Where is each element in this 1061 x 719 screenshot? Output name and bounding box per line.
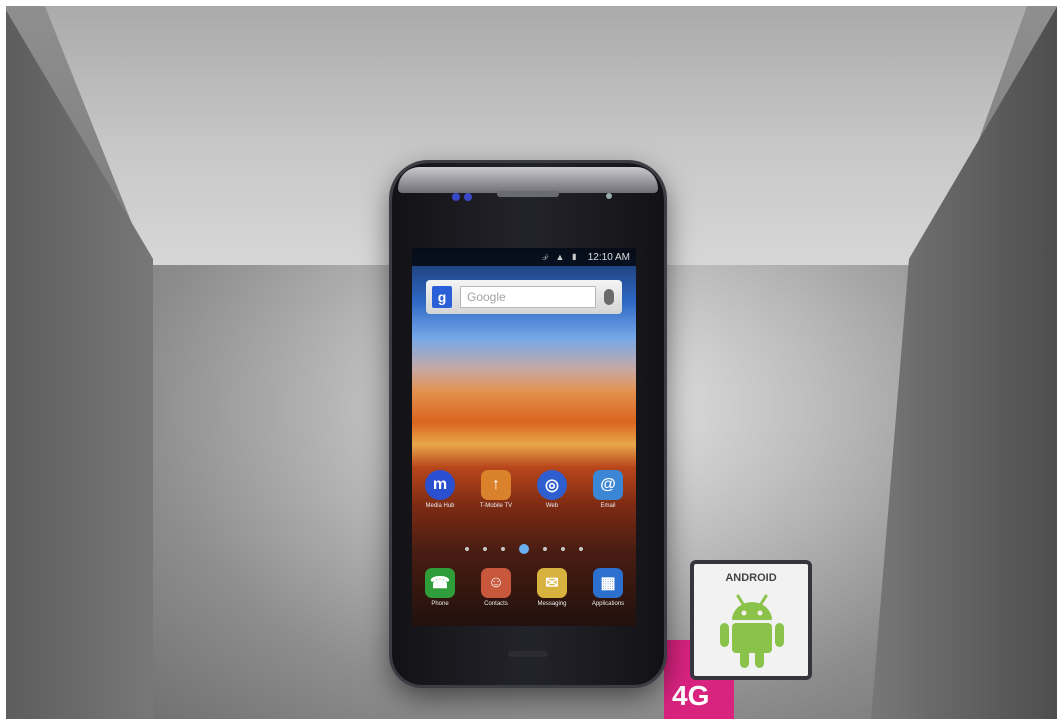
android-badge-label: ANDROID	[725, 572, 777, 584]
status-bar: ⮵ ▲ ▮ 12:10 AM	[412, 248, 636, 266]
android-logo-badge: ANDROID	[690, 560, 812, 680]
app-label: Media Hub	[425, 503, 455, 509]
web-globe-icon: ◎	[537, 470, 567, 500]
app-media-hub[interactable]: m Media Hub	[414, 470, 466, 509]
app-web[interactable]: ◎ Web	[526, 470, 578, 509]
home-key[interactable]	[508, 651, 548, 657]
earpiece-speaker	[497, 191, 559, 197]
google-search-widget[interactable]: g Google	[426, 280, 622, 314]
proximity-sensor	[606, 193, 612, 199]
contacts-icon: ☺	[481, 568, 511, 598]
app-label: Phone	[431, 601, 449, 607]
email-icon: @	[593, 470, 623, 500]
front-sensor-icon	[464, 193, 472, 201]
app-label: Messaging	[537, 601, 567, 607]
app-label: Contacts	[484, 601, 508, 607]
app-messaging[interactable]: ✉ Messaging	[526, 568, 578, 607]
photo-border-right	[1057, 0, 1061, 719]
front-camera-icon	[452, 193, 460, 201]
app-applications[interactable]: ▦ Applications	[582, 568, 634, 607]
app-label: Web	[545, 503, 559, 509]
dock-app-row: ☎ Phone ☺ Contacts ✉ Messaging ▦ Applica…	[412, 568, 636, 607]
microphone-icon[interactable]	[604, 289, 614, 305]
phone-screen: ⮵ ▲ ▮ 12:10 AM g Google m Media Hub ↑ T-…	[412, 248, 636, 626]
app-label: Email	[600, 503, 616, 509]
app-tmobile-tv[interactable]: ↑ T-Mobile TV	[470, 470, 522, 509]
status-time: 12:10 AM	[587, 251, 630, 263]
page-dot[interactable]	[465, 547, 469, 551]
applications-icon: ▦	[593, 568, 623, 598]
page-dot[interactable]	[543, 547, 547, 551]
app-email[interactable]: @ Email	[582, 470, 634, 509]
android-robot-icon	[720, 594, 784, 668]
google-logo-icon: g	[432, 286, 452, 308]
page-dot[interactable]	[579, 547, 583, 551]
messaging-icon: ✉	[537, 568, 567, 598]
photo-border-top	[0, 0, 1061, 6]
network-4g-label: 4G	[672, 680, 710, 711]
app-phone[interactable]: ☎ Phone	[414, 568, 466, 607]
smartphone: ⮵ ▲ ▮ 12:10 AM g Google m Media Hub ↑ T-…	[392, 163, 664, 685]
app-contacts[interactable]: ☺ Contacts	[470, 568, 522, 607]
search-input[interactable]: Google	[460, 286, 596, 308]
app-label: T-Mobile TV	[479, 503, 513, 509]
phone-top-bezel	[398, 167, 658, 193]
home-page-indicator[interactable]	[412, 544, 636, 554]
status-icons: ⮵ ▲ ▮	[541, 251, 580, 262]
tmobile-tv-icon: ↑	[481, 470, 511, 500]
page-dot-current[interactable]	[519, 544, 529, 554]
phone-icon: ☎	[425, 568, 455, 598]
photo-border-left	[0, 0, 6, 719]
app-label: Applications	[591, 601, 625, 607]
media-hub-icon: m	[425, 470, 455, 500]
home-app-row: m Media Hub ↑ T-Mobile TV ◎ Web @ Email	[412, 470, 636, 509]
page-dot[interactable]	[501, 547, 505, 551]
page-dot[interactable]	[483, 547, 487, 551]
display-scene: 4G ⮵ ▲ ▮ 12:10 AM g Google m Media Hub ↑…	[0, 0, 1061, 719]
page-dot[interactable]	[561, 547, 565, 551]
